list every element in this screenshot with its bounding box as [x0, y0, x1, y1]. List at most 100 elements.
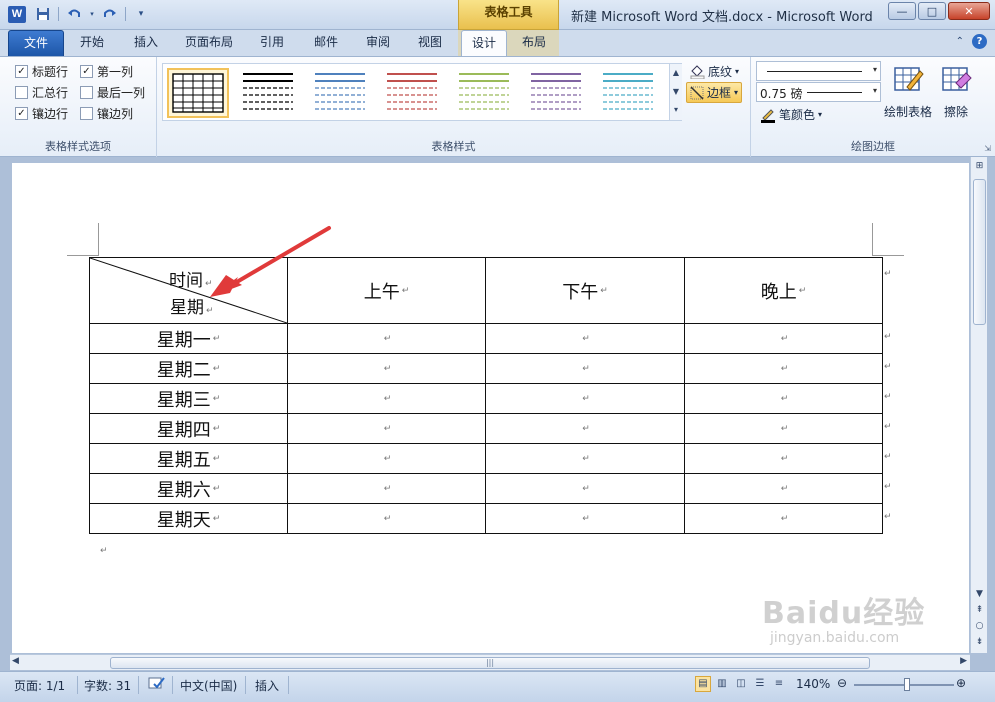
- table-style-purple[interactable]: [527, 68, 589, 118]
- option-banded-rows[interactable]: ✓ 镶边行: [15, 105, 68, 122]
- dialog-launcher-icon[interactable]: ⇲: [984, 144, 991, 153]
- outline-view-icon[interactable]: ☰: [752, 676, 768, 692]
- checkbox-icon[interactable]: [80, 107, 93, 120]
- table-cell[interactable]: ↵: [684, 353, 883, 384]
- status-word-count[interactable]: 字数: 31: [84, 677, 131, 694]
- checkbox-icon[interactable]: ✓: [15, 107, 28, 120]
- ruler-toggle-icon[interactable]: ⊞: [971, 159, 988, 173]
- status-insert-mode[interactable]: 插入: [255, 677, 279, 694]
- tab-references[interactable]: 引用: [250, 30, 294, 56]
- next-page-icon[interactable]: ⇟: [971, 635, 988, 649]
- pen-color-button[interactable]: 笔颜色 ▾: [760, 106, 822, 123]
- option-last-column[interactable]: 最后一列: [80, 84, 145, 101]
- checkbox-icon[interactable]: [80, 86, 93, 99]
- word-app-icon[interactable]: W: [8, 6, 26, 23]
- table-style-red[interactable]: [383, 68, 445, 118]
- row-label-cell[interactable]: 星期六 ↵: [89, 473, 288, 504]
- option-first-column[interactable]: ✓ 第一列: [80, 63, 133, 80]
- borders-button[interactable]: 边框 ▾: [686, 82, 743, 103]
- table-cell[interactable]: ↵: [684, 473, 883, 504]
- zoom-slider-thumb[interactable]: [904, 678, 910, 691]
- scroll-down-icon[interactable]: ▼: [971, 587, 988, 601]
- header-cell-morning[interactable]: 上午 ↵: [287, 257, 486, 324]
- table-cell[interactable]: ↵: [287, 503, 486, 534]
- browse-object-icon[interactable]: ○: [971, 619, 988, 633]
- table-cell[interactable]: ↵: [485, 323, 685, 354]
- help-icon[interactable]: ?: [972, 34, 987, 49]
- shading-button[interactable]: 底纹 ▾: [690, 63, 739, 80]
- option-banded-columns[interactable]: 镶边列: [80, 105, 133, 122]
- full-screen-reading-view-icon[interactable]: ▥: [714, 676, 730, 692]
- table-style-plain-black[interactable]: [239, 68, 301, 118]
- zoom-out-icon[interactable]: ⊖: [837, 676, 847, 690]
- maximize-button[interactable]: □: [918, 2, 946, 20]
- previous-page-icon[interactable]: ⇞: [971, 603, 988, 617]
- header-cell-evening[interactable]: 晚上 ↵: [684, 257, 883, 324]
- table-cell[interactable]: ↵: [287, 383, 486, 414]
- zoom-level[interactable]: 140%: [796, 677, 830, 691]
- row-label-cell[interactable]: 星期二 ↵: [89, 353, 288, 384]
- row-label-cell[interactable]: 星期四 ↵: [89, 413, 288, 444]
- table-style-aqua[interactable]: [599, 68, 661, 118]
- tab-file[interactable]: 文件: [8, 30, 64, 56]
- minimize-button[interactable]: —: [888, 2, 916, 20]
- table-cell[interactable]: ↵: [287, 323, 486, 354]
- save-icon[interactable]: [34, 5, 52, 23]
- table-style-green[interactable]: [455, 68, 517, 118]
- table-cell[interactable]: ↵: [485, 503, 685, 534]
- draw-table-button[interactable]: 绘制表格: [882, 63, 934, 120]
- diagonal-header-cell[interactable]: 时间 ↵ 星期 ↵: [89, 257, 288, 324]
- status-page[interactable]: 页面: 1/1: [14, 677, 65, 694]
- tab-view[interactable]: 视图: [408, 30, 452, 56]
- customize-qat-icon[interactable]: ▾: [132, 5, 150, 23]
- checkbox-icon[interactable]: [15, 86, 28, 99]
- gallery-more-icon[interactable]: ▾: [670, 101, 682, 120]
- table-cell[interactable]: ↵: [485, 443, 685, 474]
- document-page[interactable]: 时间 ↵ 星期 ↵ 上午 ↵ 下午 ↵ 晚上 ↵ 星期一 ↵ ↵ ↵ ↵ 星期二 ↵ ↵ ↵ ↵ 星期三 ↵ ↵ ↵…: [12, 163, 969, 653]
- table-cell[interactable]: ↵: [684, 503, 883, 534]
- web-layout-view-icon[interactable]: ◫: [733, 676, 749, 692]
- table-cell[interactable]: ↵: [684, 443, 883, 474]
- redo-icon[interactable]: [101, 5, 119, 23]
- line-style-combo[interactable]: ▾: [756, 61, 881, 81]
- table-cell[interactable]: ↵: [485, 413, 685, 444]
- tab-home[interactable]: 开始: [70, 30, 114, 56]
- draft-view-icon[interactable]: ≡: [771, 676, 787, 692]
- row-label-cell[interactable]: 星期一 ↵: [89, 323, 288, 354]
- header-cell-afternoon[interactable]: 下午 ↵: [485, 257, 685, 324]
- minimize-ribbon-icon[interactable]: ⌃: [956, 36, 964, 47]
- checkbox-icon[interactable]: ✓: [80, 65, 93, 78]
- gallery-down-icon[interactable]: ▼: [670, 83, 682, 102]
- table-cell[interactable]: ↵: [485, 353, 685, 384]
- row-label-cell[interactable]: 星期天 ↵: [89, 503, 288, 534]
- table-cell[interactable]: ↵: [287, 443, 486, 474]
- zoom-in-icon[interactable]: ⊕: [956, 676, 966, 690]
- table-cell[interactable]: ↵: [684, 323, 883, 354]
- table-cell[interactable]: ↵: [287, 473, 486, 504]
- undo-icon[interactable]: [65, 5, 83, 23]
- scroll-right-icon[interactable]: ▶: [960, 656, 967, 666]
- undo-dropdown-icon[interactable]: ▾: [89, 5, 95, 23]
- print-layout-view-icon[interactable]: ▤: [695, 676, 711, 692]
- table-cell[interactable]: ↵: [287, 353, 486, 384]
- tab-mailings[interactable]: 邮件: [304, 30, 348, 56]
- tab-page-layout[interactable]: 页面布局: [180, 30, 238, 56]
- proofing-icon[interactable]: [148, 675, 166, 694]
- table-cell[interactable]: ↵: [287, 413, 486, 444]
- scroll-left-icon[interactable]: ◀: [12, 656, 19, 666]
- table-cell[interactable]: ↵: [485, 383, 685, 414]
- line-weight-combo[interactable]: 0.75 磅 ▾: [756, 82, 881, 102]
- tab-review[interactable]: 审阅: [356, 30, 400, 56]
- tab-insert[interactable]: 插入: [124, 30, 168, 56]
- table-style-grid[interactable]: [167, 68, 229, 118]
- tab-design[interactable]: 设计: [461, 30, 507, 56]
- vertical-scrollbar[interactable]: ⊞ ▼ ⇞ ○ ⇟: [970, 157, 987, 653]
- checkbox-icon[interactable]: ✓: [15, 65, 28, 78]
- vertical-scroll-thumb[interactable]: [973, 179, 986, 325]
- horizontal-scrollbar[interactable]: ◀ ||| ▶: [10, 654, 970, 670]
- table-cell[interactable]: ↵: [485, 473, 685, 504]
- row-label-cell[interactable]: 星期五 ↵: [89, 443, 288, 474]
- option-header-row[interactable]: ✓ 标题行: [15, 63, 68, 80]
- table-cell[interactable]: ↵: [684, 413, 883, 444]
- eraser-button[interactable]: 擦除: [930, 63, 982, 120]
